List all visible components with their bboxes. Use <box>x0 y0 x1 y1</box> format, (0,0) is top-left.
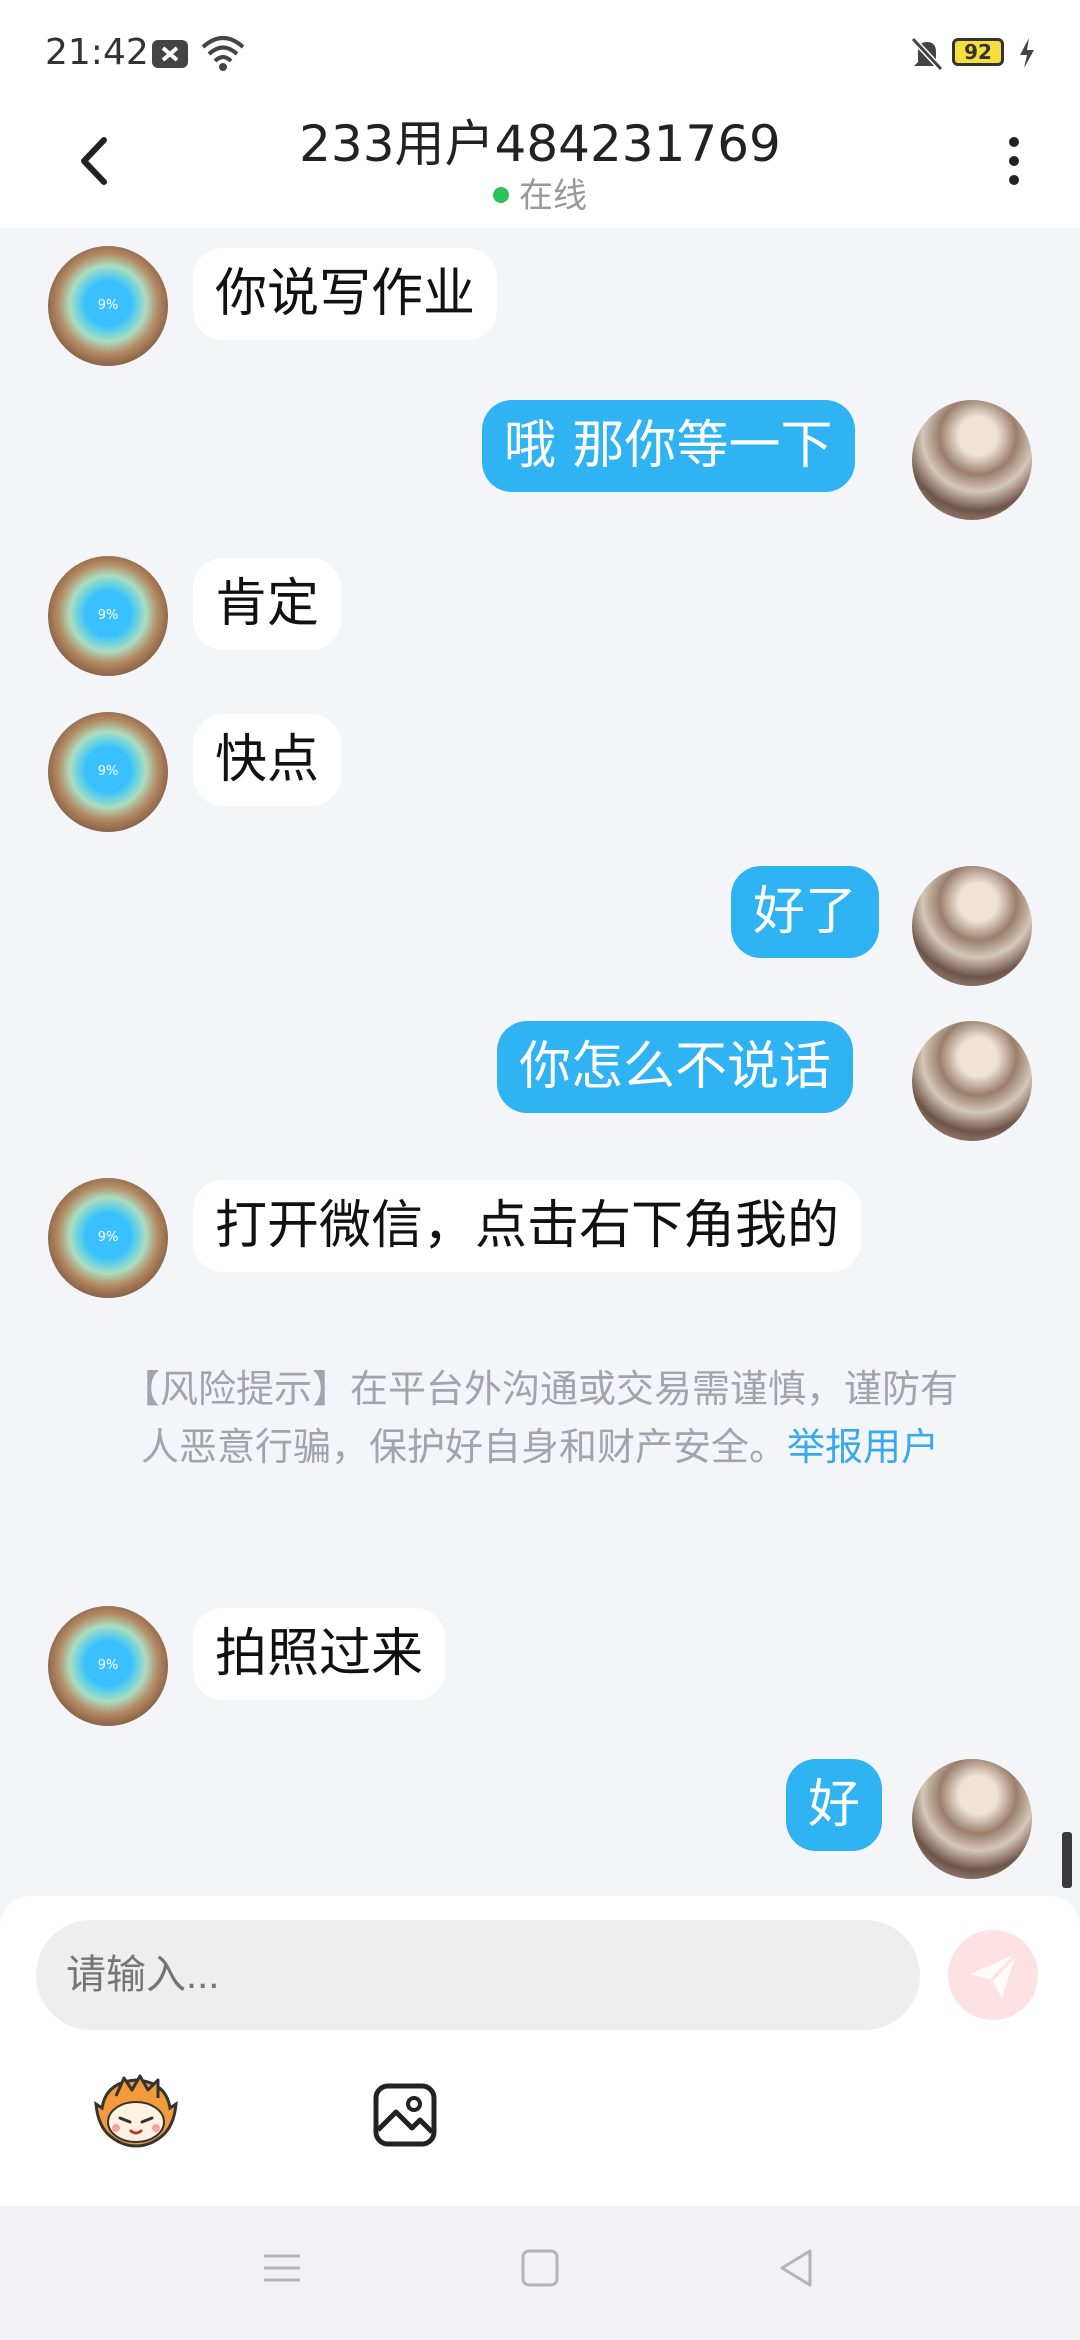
report-user-link[interactable]: 举报用户 <box>787 1425 939 1469</box>
message-bubble[interactable]: 好 <box>786 1759 883 1851</box>
message-bubble[interactable]: 你说写作业 <box>193 248 498 340</box>
message-bubble[interactable]: 打开微信，点击右下角我的 <box>193 1180 862 1272</box>
peer-avatar-label: 9% <box>97 1658 119 1673</box>
my-avatar[interactable] <box>912 1021 1032 1141</box>
scrollbar-thumb[interactable] <box>1062 1832 1072 1888</box>
peer-avatar-label: 9% <box>97 764 119 779</box>
my-avatar[interactable] <box>912 866 1032 986</box>
chat-header: 233用户484231769 在线 <box>0 100 1080 228</box>
menu-icon[interactable] <box>262 2248 302 2288</box>
my-avatar[interactable] <box>912 400 1032 520</box>
message-bubble[interactable]: 拍照过来 <box>193 1608 446 1700</box>
online-status: 在线 <box>0 168 1080 217</box>
my-avatar[interactable] <box>912 1759 1032 1879</box>
peer-avatar[interactable]: 9% <box>48 712 168 832</box>
status-bar: 21:42 92 <box>0 0 1080 100</box>
peer-avatar-label: 9% <box>97 608 119 623</box>
status-time: 21:42 <box>45 32 149 73</box>
message-bubble[interactable]: 哦 那你等一下 <box>482 400 855 492</box>
online-dot-icon <box>493 186 509 203</box>
notification-close-icon <box>152 40 188 68</box>
send-button[interactable] <box>948 1930 1038 2020</box>
image-picker-icon[interactable] <box>372 2082 438 2148</box>
peer-avatar-label: 9% <box>97 298 119 313</box>
message-input[interactable] <box>36 1920 920 2030</box>
back-nav-icon[interactable] <box>776 2248 816 2288</box>
peer-avatar[interactable]: 9% <box>48 246 168 366</box>
system-nav-bar <box>0 2206 1080 2340</box>
risk-notice: 【风险提示】在平台外沟通或交易需谨慎，谨防有人恶意行骗，保护好自身和财产安全。举… <box>105 1360 975 1476</box>
message-bubble[interactable]: 好了 <box>731 866 880 958</box>
peer-avatar[interactable]: 9% <box>48 556 168 676</box>
peer-avatar-label: 9% <box>97 1230 119 1245</box>
send-icon <box>970 1952 1018 1998</box>
mute-icon <box>910 36 944 72</box>
online-status-label: 在线 <box>519 176 587 216</box>
input-area <box>0 1896 1080 2206</box>
peer-avatar[interactable]: 9% <box>48 1606 168 1726</box>
wifi-icon <box>201 36 245 71</box>
charging-icon <box>1020 38 1034 68</box>
page-title: 233用户484231769 <box>299 115 781 173</box>
more-menu-icon[interactable] <box>996 126 1032 196</box>
message-bubble[interactable]: 快点 <box>193 714 342 806</box>
emoji-sticker-icon[interactable] <box>92 2074 180 2150</box>
peer-avatar[interactable]: 9% <box>48 1178 168 1298</box>
battery-icon: 92 <box>952 38 1004 66</box>
message-bubble[interactable]: 你怎么不说话 <box>497 1021 854 1113</box>
home-icon[interactable] <box>520 2248 560 2288</box>
message-bubble[interactable]: 肯定 <box>193 558 342 650</box>
